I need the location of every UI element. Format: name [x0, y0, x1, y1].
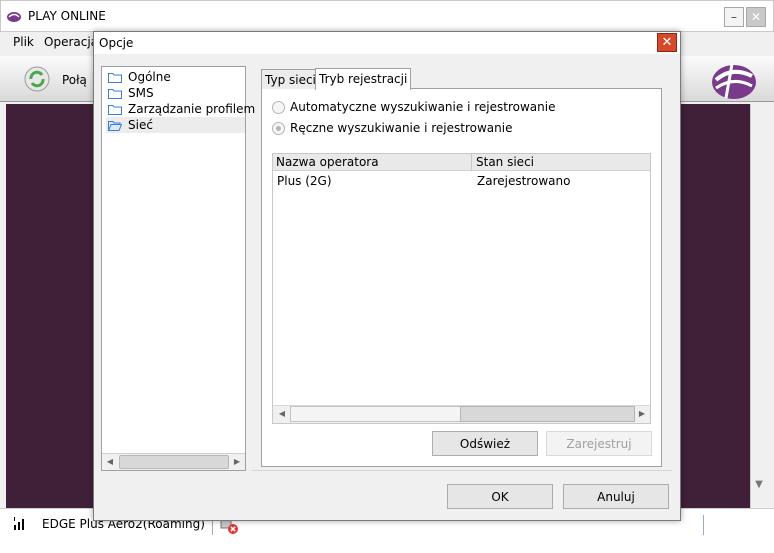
- dialog-separator: [252, 470, 672, 471]
- play-logo-icon: [7, 12, 21, 22]
- register-button[interactable]: Zarejestruj: [546, 431, 652, 456]
- main-titlebar: [0, 0, 774, 32]
- ok-button[interactable]: OK: [447, 484, 553, 509]
- menu-plik[interactable]: Plik: [11, 33, 36, 51]
- dialog-close-button[interactable]: ✕: [657, 33, 677, 52]
- column-header-network-status[interactable]: Stan sieci: [476, 155, 534, 169]
- scroll-right-arrow-icon[interactable]: ▶: [635, 407, 649, 421]
- dialog-title: Opcje: [99, 36, 134, 50]
- scroll-left-arrow-icon[interactable]: ◀: [103, 455, 117, 469]
- folder-icon: [108, 105, 122, 115]
- dialog-titlebar: [94, 32, 680, 54]
- tree-item-sms[interactable]: SMS: [106, 85, 245, 101]
- tree-item-zarzadzanie-profilem[interactable]: Zarządzanie profilem: [106, 101, 255, 117]
- column-header-operator-name[interactable]: Nazwa operatora: [276, 155, 379, 169]
- main-window-title: PLAY ONLINE: [28, 9, 106, 23]
- connect-icon[interactable]: [24, 66, 50, 92]
- refresh-button[interactable]: Odśwież: [432, 431, 538, 456]
- signal-strength-icon: [14, 517, 24, 530]
- folder-open-icon: [108, 121, 122, 131]
- main-vertical-scrollbar[interactable]: [750, 104, 768, 508]
- close-main-button[interactable]: ✕: [746, 7, 766, 27]
- cancel-button[interactable]: Anuluj: [563, 484, 669, 509]
- tree-item-ogolne[interactable]: Ogólne: [106, 69, 245, 85]
- table-scroll-thumb[interactable]: [460, 406, 635, 422]
- radio-automatic-registration[interactable]: [272, 101, 285, 114]
- minimize-button[interactable]: –: [724, 7, 744, 27]
- close-icon: ✕: [661, 35, 673, 50]
- tree-item-label: Zarządzanie profilem: [128, 102, 256, 116]
- folder-icon: [108, 73, 122, 83]
- scroll-down-arrow-icon[interactable]: ▼: [750, 476, 768, 494]
- folder-icon: [108, 89, 122, 99]
- column-separator[interactable]: [471, 154, 472, 171]
- tree-item-siec[interactable]: Sieć: [106, 117, 245, 133]
- close-icon: ✕: [750, 10, 762, 24]
- scroll-left-arrow-icon[interactable]: ◀: [275, 407, 289, 421]
- menu-operacja[interactable]: Operacja: [42, 33, 100, 51]
- tree-item-label: Ogólne: [128, 70, 171, 84]
- tree-scroll-thumb[interactable]: [119, 455, 229, 469]
- radio-manual-label: Ręczne wyszukiwanie i rejestrowanie: [290, 121, 513, 135]
- table-cell-status[interactable]: Zarejestrowano: [477, 174, 570, 188]
- table-cell-operator[interactable]: Plus (2G): [277, 174, 332, 188]
- radio-automatic-label: Automatyczne wyszukiwanie i rejestrowani…: [290, 100, 556, 114]
- operator-table: [272, 153, 651, 424]
- play-brand-icon: [712, 63, 756, 99]
- tab-typ-sieci[interactable]: Typ sieci: [261, 69, 320, 89]
- tree-item-label: Sieć: [128, 118, 153, 132]
- minimize-icon: –: [731, 10, 737, 24]
- tree-item-label: SMS: [128, 86, 154, 100]
- tab-tryb-rejestracji[interactable]: Tryb rejestracji: [315, 68, 412, 90]
- scroll-right-arrow-icon[interactable]: ▶: [230, 455, 244, 469]
- status-separator: [703, 515, 704, 535]
- radio-manual-registration[interactable]: [272, 122, 285, 135]
- connect-label[interactable]: Połą: [62, 73, 87, 87]
